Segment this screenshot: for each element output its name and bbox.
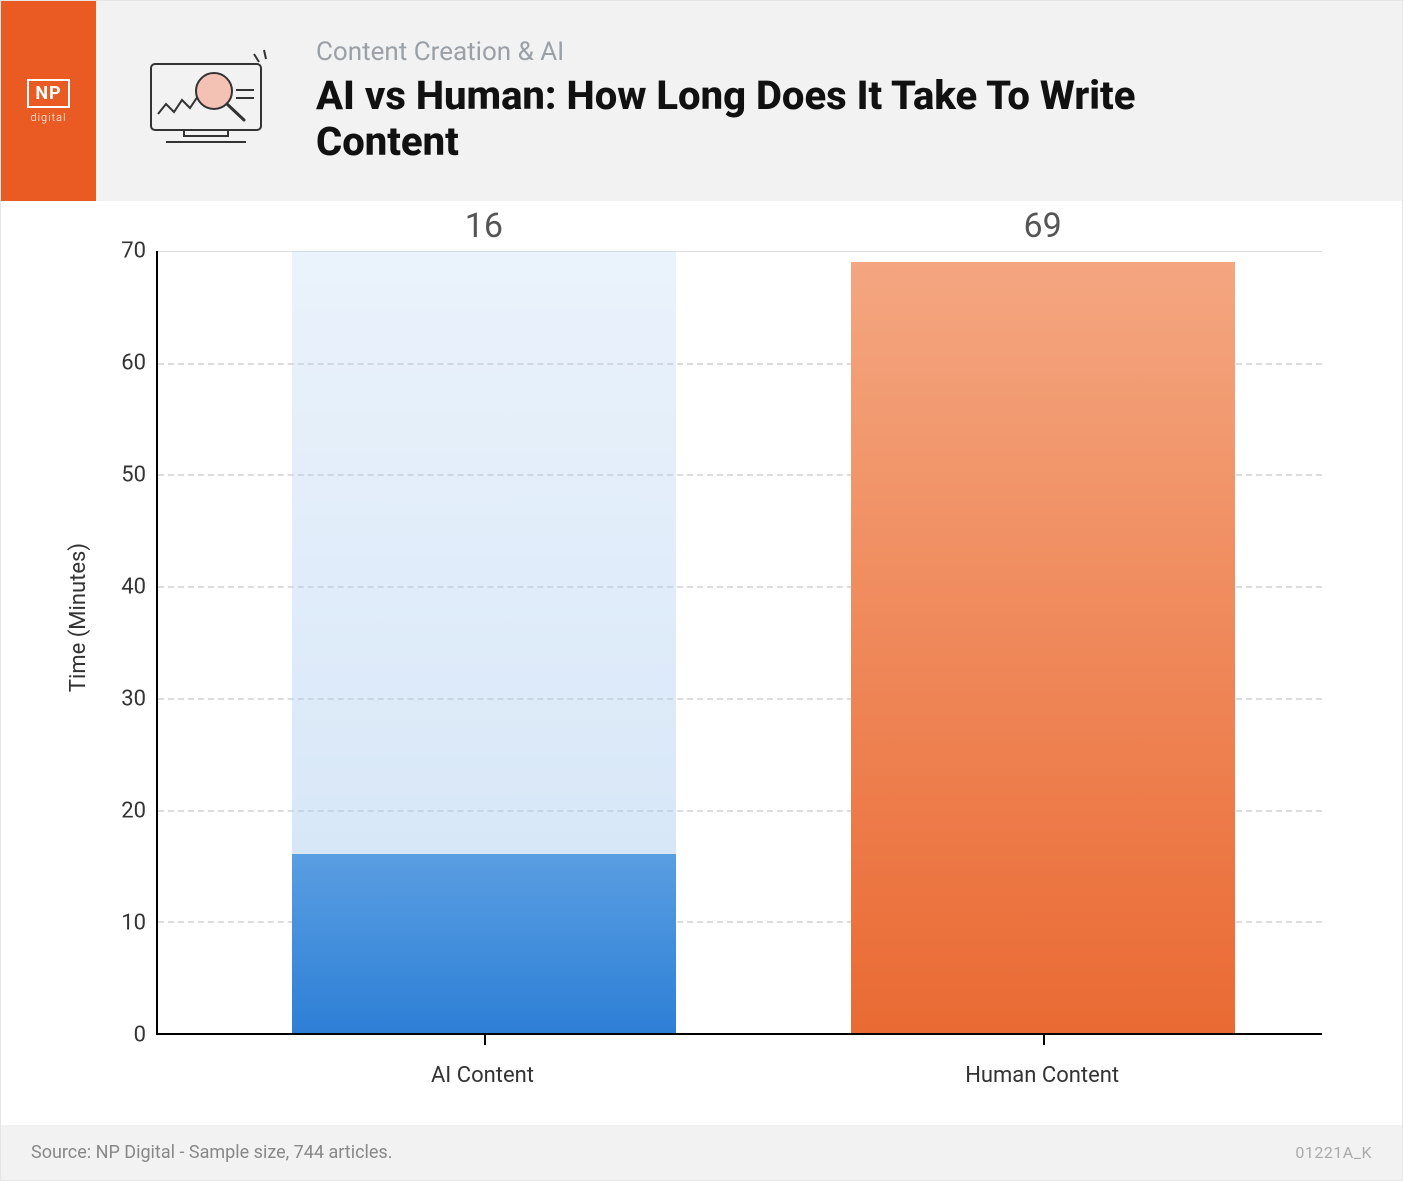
footer: Source: NP Digital - Sample size, 744 ar… bbox=[1, 1125, 1402, 1180]
page-title: AI vs Human: How Long Does It Take To Wr… bbox=[316, 73, 1216, 165]
y-tick-label: 50 bbox=[121, 463, 146, 488]
chart-grid: 1669 bbox=[156, 251, 1322, 1035]
y-tick-label: 20 bbox=[121, 799, 146, 824]
x-tick-label: AI Content bbox=[431, 1063, 534, 1088]
y-axis-ticks: 010203040506070 bbox=[96, 251, 156, 1035]
chart-plot: 010203040506070 1669 bbox=[96, 251, 1322, 1035]
chart-area: Time (Minutes) 010203040506070 1669 AI C… bbox=[1, 201, 1402, 1125]
bar-fill bbox=[292, 854, 676, 1033]
y-tick-label: 60 bbox=[121, 351, 146, 376]
brand-logo: NP digital bbox=[1, 1, 96, 201]
eyebrow-text: Content Creation & AI bbox=[316, 37, 1216, 67]
x-tick-label: Human Content bbox=[965, 1063, 1119, 1088]
y-axis-label: Time (Minutes) bbox=[61, 543, 96, 692]
footer-code: 01221A_K bbox=[1295, 1143, 1372, 1162]
brand-logo-sub: digital bbox=[27, 111, 69, 124]
y-tick-label: 70 bbox=[121, 239, 146, 264]
x-axis-labels: AI Content Human Content bbox=[156, 1035, 1322, 1105]
bar-value-label: 16 bbox=[292, 206, 676, 246]
footer-source: Source: NP Digital - Sample size, 744 ar… bbox=[31, 1142, 392, 1163]
bar-value-label: 69 bbox=[851, 206, 1235, 246]
brand-logo-text: NP bbox=[27, 79, 69, 108]
header-titles: Content Creation & AI AI vs Human: How L… bbox=[316, 37, 1256, 165]
bar-fill bbox=[851, 262, 1235, 1033]
bar-ai-content: 16 bbox=[292, 251, 676, 1033]
header: NP digital Content Creation & AI AI vs H… bbox=[1, 1, 1402, 201]
y-tick-label: 40 bbox=[121, 575, 146, 600]
y-tick-label: 0 bbox=[134, 1023, 146, 1048]
bar-human-content: 69 bbox=[851, 251, 1235, 1033]
y-tick-label: 10 bbox=[121, 911, 146, 936]
y-tick-label: 30 bbox=[121, 687, 146, 712]
header-illustration-icon bbox=[126, 41, 296, 161]
